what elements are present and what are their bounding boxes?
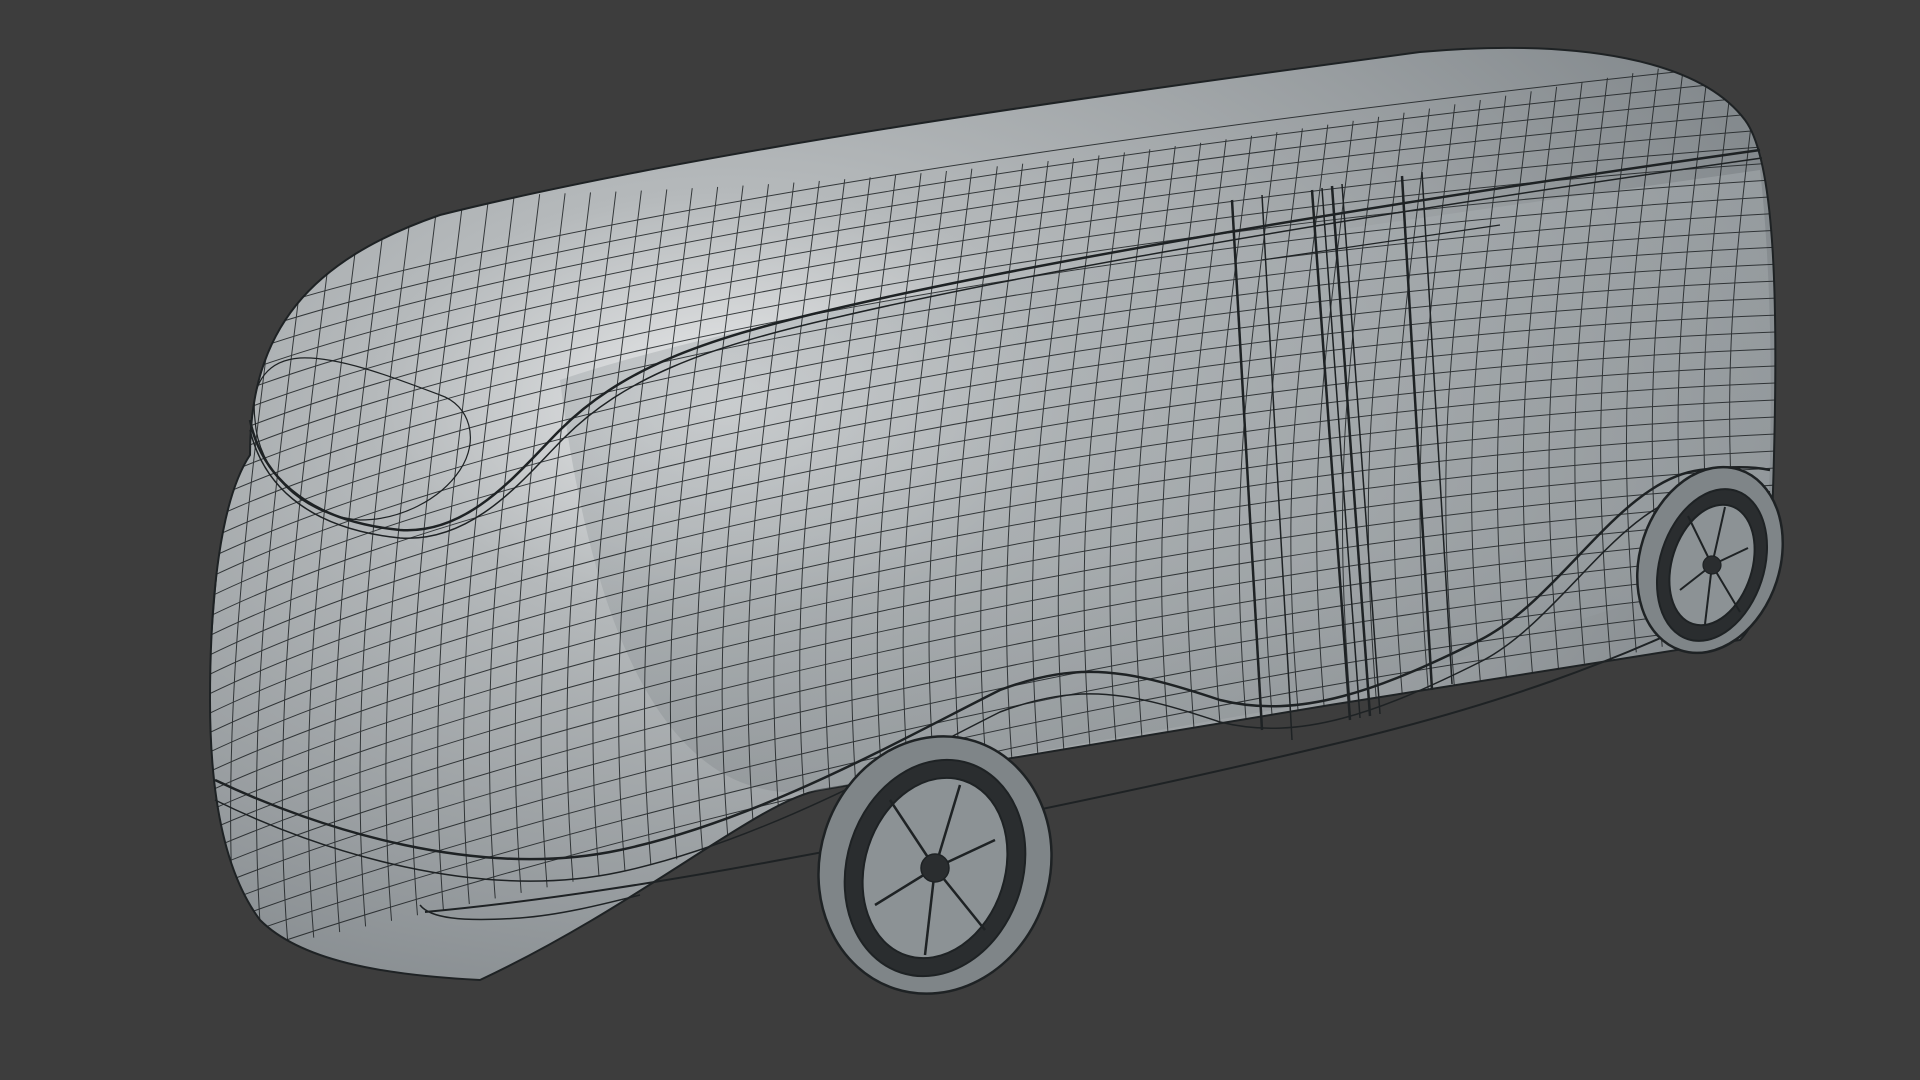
rear-hub xyxy=(1702,555,1722,575)
front-hub xyxy=(920,853,950,883)
3d-viewport[interactable] xyxy=(0,0,1920,1080)
